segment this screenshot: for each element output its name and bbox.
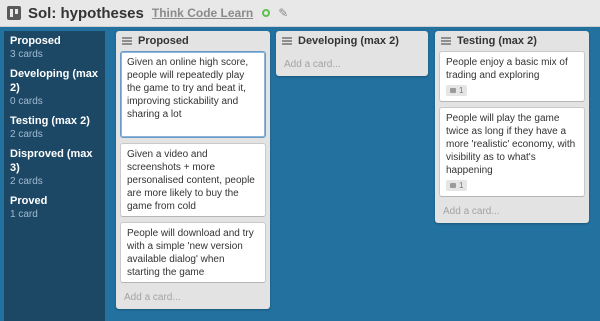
list-testing: Testing (max 2) People enjoy a basic mix… (435, 31, 589, 223)
sidebar-item-disproved[interactable]: Disproved (max 3) 2 cards (4, 147, 105, 188)
card[interactable]: Given a video and screenshots + more per… (120, 143, 266, 217)
card[interactable]: People enjoy a basic mix of trading and … (439, 51, 585, 102)
visibility-status-icon[interactable] (262, 9, 271, 17)
list-title[interactable]: Testing (max 2) (457, 35, 537, 47)
list-summary-sidebar: Proposed 3 cards Developing (max 2) 0 ca… (4, 31, 105, 321)
card-text: Given an online high score, people will … (127, 57, 249, 120)
comment-count: 1 (459, 86, 464, 95)
board-header: Sol: hypotheses Think Code Learn ✎ (0, 0, 600, 27)
card-text: People will play the game twice as long … (446, 113, 576, 176)
list-menu-icon[interactable] (441, 37, 451, 45)
sidebar-item-count: 2 cards (10, 129, 43, 140)
sidebar-item-proposed[interactable]: Proposed 3 cards (4, 34, 105, 61)
comment-badge: 1 (446, 85, 468, 96)
pencil-icon[interactable]: ✎ (278, 7, 288, 19)
list-title[interactable]: Developing (max 2) (298, 35, 399, 47)
comment-count: 1 (459, 181, 464, 190)
list-header[interactable]: Developing (max 2) (280, 31, 424, 51)
sidebar-item-count: 0 cards (10, 96, 43, 107)
sidebar-item-count: 3 cards (10, 49, 43, 60)
list-proposed: Proposed Given an online high score, peo… (116, 31, 270, 309)
sidebar-item-label: Disproved (max 3) (10, 148, 93, 174)
card[interactable]: Given an online high score, people will … (120, 51, 266, 138)
card[interactable]: People will download and try with a simp… (120, 222, 266, 283)
comment-icon (450, 183, 456, 188)
add-card-button[interactable]: Add a card... (439, 202, 585, 223)
sidebar-item-developing[interactable]: Developing (max 2) 0 cards (4, 67, 105, 108)
sidebar-item-label: Proposed (10, 35, 61, 47)
card-text: People will download and try with a simp… (127, 228, 254, 278)
card-text: Given a video and screenshots + more per… (127, 149, 255, 212)
board-icon (7, 6, 21, 20)
add-card-button[interactable]: Add a card... (280, 51, 424, 76)
sidebar-item-label: Developing (max 2) (10, 68, 99, 94)
list-developing: Developing (max 2) Add a card... (276, 31, 428, 76)
sidebar-item-count: 2 cards (10, 176, 43, 187)
comment-icon (450, 88, 456, 93)
sidebar-item-count: 1 card (10, 209, 38, 220)
card[interactable]: People will play the game twice as long … (439, 107, 585, 197)
add-card-button[interactable]: Add a card... (120, 288, 266, 309)
card-text: People enjoy a basic mix of trading and … (446, 57, 568, 81)
list-title[interactable]: Proposed (138, 35, 189, 47)
sidebar-item-proved[interactable]: Proved 1 card (4, 194, 105, 221)
list-menu-icon[interactable] (122, 37, 132, 45)
sidebar-item-label: Testing (max 2) (10, 115, 90, 127)
board-title[interactable]: Sol: hypotheses (28, 5, 144, 22)
list-header[interactable]: Proposed (120, 31, 266, 51)
sidebar-item-testing[interactable]: Testing (max 2) 2 cards (4, 114, 105, 141)
comment-badge: 1 (446, 180, 468, 191)
organization-link[interactable]: Think Code Learn (152, 6, 253, 20)
list-header[interactable]: Testing (max 2) (439, 31, 585, 51)
list-menu-icon[interactable] (282, 37, 292, 45)
sidebar-item-label: Proved (10, 195, 48, 207)
